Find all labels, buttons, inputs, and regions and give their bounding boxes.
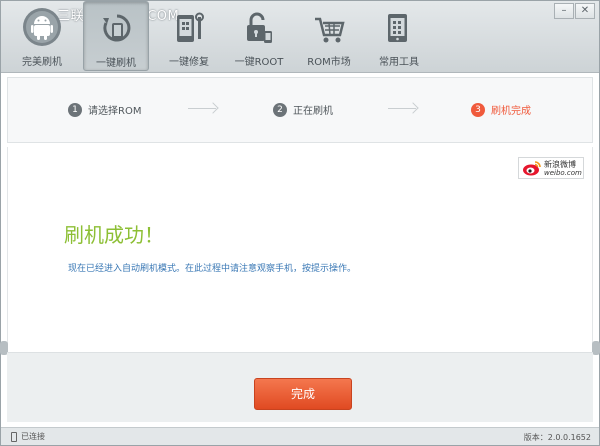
success-title: 刷机成功！ (64, 223, 164, 247)
tool-one-click-repair[interactable]: 一键修复 (156, 1, 222, 71)
app-window: 三联网 3LIAN.COM – ✕ 完美刷机 (0, 0, 600, 446)
window-controls: – ✕ (554, 3, 595, 19)
tool-perfect-flash[interactable]: 完美刷机 (9, 1, 75, 71)
step-1: 1 请选择ROM (68, 102, 141, 117)
weibo-domain: weibo.com (544, 168, 582, 177)
tool-one-click-flash[interactable]: 一键刷机 (83, 1, 149, 71)
cart-icon (315, 17, 345, 43)
phone-refresh-icon (103, 14, 131, 42)
weibo-name: 新浪微博 (544, 159, 576, 169)
success-description: 现在已经进入自动刷机模式。在此过程中请注意观察手机，按提示操作。 (68, 264, 357, 274)
tool-label: 一键修复 (169, 57, 209, 68)
connection-label: 已连接 (21, 432, 45, 441)
tool-one-click-root[interactable]: 一键ROOT (226, 1, 292, 71)
tool-label: 常用工具 (379, 57, 419, 68)
progress-steps: 1 请选择ROM 2 正在刷机 3 刷机完成 (7, 77, 593, 143)
weibo-share-button[interactable]: 新浪微博 weibo.com (518, 157, 584, 179)
action-bar: 完成 (7, 352, 593, 422)
tool-label: 一键ROOT (234, 57, 284, 68)
step-label: 正在刷机 (293, 106, 333, 117)
tool-rom-market[interactable]: ROM市场 (296, 1, 362, 71)
step-3: 3 刷机完成 (471, 102, 531, 117)
status-bar: 已连接 版本：2.0.0.1652 (1, 427, 599, 445)
step-number: 2 (273, 102, 287, 117)
step-2: 2 正在刷机 (273, 102, 333, 117)
close-button[interactable]: ✕ (575, 3, 595, 19)
tool-label: 完美刷机 (22, 57, 62, 68)
tool-label: 一键刷机 (96, 58, 136, 69)
tool-label: ROM市场 (307, 57, 351, 68)
phone-icon (11, 431, 17, 442)
right-resize-handle[interactable] (592, 341, 600, 355)
step-number: 3 (471, 102, 485, 117)
step-number: 1 (68, 102, 82, 117)
step-label: 刷机完成 (491, 106, 531, 117)
version-label: 版本：2.0.0.1652 (523, 433, 591, 442)
finish-button[interactable]: 完成 (254, 378, 352, 410)
tool-common-tools[interactable]: 常用工具 (366, 1, 432, 71)
weibo-icon (523, 161, 541, 176)
arrow-right-icon (188, 108, 216, 109)
connection-status: 已连接 (11, 431, 45, 442)
toolbar: 三联网 3LIAN.COM – ✕ 完美刷机 (1, 1, 599, 73)
phone-unlock-icon (247, 12, 272, 43)
phone-tools-icon (388, 14, 407, 42)
android-icon (23, 8, 61, 46)
phone-wrench-icon (177, 12, 204, 42)
arrow-right-icon (388, 108, 416, 109)
step-label: 请选择ROM (88, 106, 142, 117)
result-panel: 新浪微博 weibo.com 刷机成功！ 现在已经进入自动刷机模式。在此过程中请… (7, 147, 593, 352)
minimize-button[interactable]: – (554, 3, 574, 19)
